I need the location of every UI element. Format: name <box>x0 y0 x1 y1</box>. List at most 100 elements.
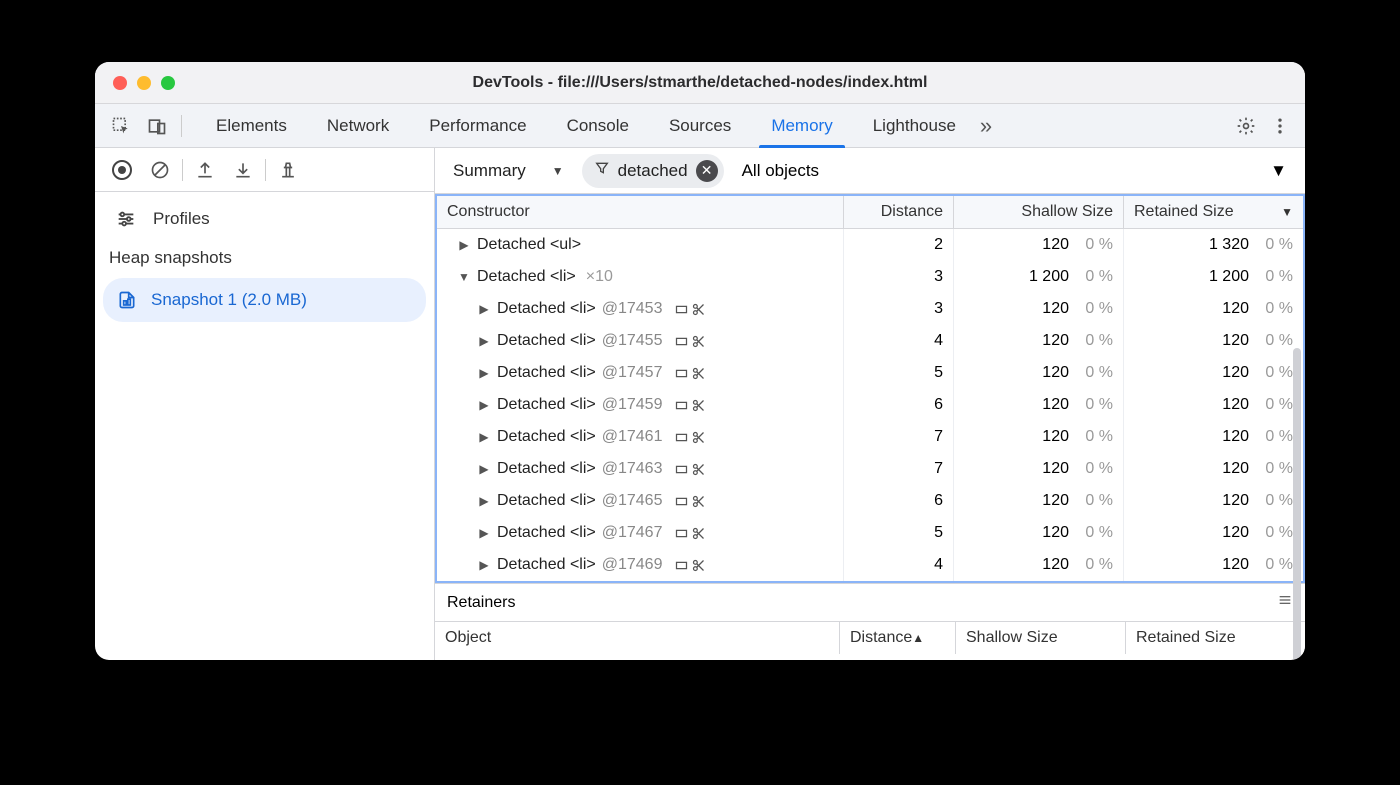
th-shallow-size[interactable]: Shallow Size <box>953 196 1123 228</box>
disclose-icon[interactable]: ▶ <box>477 526 491 540</box>
table-row[interactable]: ▶ Detached <li> @17465 6 1200 % 1200 % <box>437 485 1303 517</box>
disclose-icon[interactable]: ▼ <box>457 270 471 284</box>
clear-filter-icon[interactable]: ✕ <box>696 160 718 182</box>
retained-pct: 0 % <box>1257 364 1293 382</box>
retained-pct: 0 % <box>1257 556 1293 574</box>
disclose-icon[interactable]: ▶ <box>477 462 491 476</box>
tab-memory[interactable]: Memory <box>751 104 852 147</box>
download-icon[interactable] <box>224 151 262 189</box>
shallow-pct: 0 % <box>1077 300 1113 318</box>
constructor-label: Detached <li> <box>497 492 596 510</box>
retained-value: 120 <box>1222 428 1249 446</box>
tab-lighthouse[interactable]: Lighthouse <box>853 104 976 147</box>
tab-elements[interactable]: Elements <box>196 104 307 147</box>
constructor-label: Detached <li> <box>497 556 596 574</box>
retained-value: 1 200 <box>1209 268 1249 286</box>
table-row[interactable]: ▶ Detached <li> @17453 3 1200 % 1200 % <box>437 293 1303 325</box>
view-mode-label: Summary <box>453 161 526 181</box>
disclose-icon[interactable]: ▶ <box>477 334 491 348</box>
disclose-icon[interactable]: ▶ <box>477 398 491 412</box>
view-mode-dropdown[interactable]: Summary ▼ <box>445 157 572 185</box>
th-object[interactable]: Object <box>435 622 839 654</box>
disclose-icon[interactable]: ▶ <box>477 366 491 380</box>
constructor-label: Detached <li> <box>477 268 576 286</box>
main-panel: Summary ▼ detached ✕ All objects ▼ C <box>435 148 1305 660</box>
th-distance[interactable]: Distance <box>843 196 953 228</box>
close-window-button[interactable] <box>113 76 127 90</box>
table-row[interactable]: ▶ Detached <li> @17461 7 1200 % 1200 % <box>437 421 1303 453</box>
minimize-window-button[interactable] <box>137 76 151 90</box>
tab-performance[interactable]: Performance <box>409 104 546 147</box>
tab-sources[interactable]: Sources <box>649 104 751 147</box>
disclose-icon[interactable]: ▶ <box>477 494 491 508</box>
snapshot-item[interactable]: Snapshot 1 (2.0 MB) <box>103 278 426 322</box>
shallow-pct: 0 % <box>1077 396 1113 414</box>
shallow-value: 120 <box>1042 460 1069 478</box>
table-row[interactable]: ▶ Detached <li> @17469 4 1200 % 1200 % <box>437 549 1303 581</box>
filter-pill[interactable]: detached ✕ <box>582 154 724 188</box>
upload-icon[interactable] <box>186 151 224 189</box>
distance-value: 3 <box>934 300 943 318</box>
th-ret-shallow[interactable]: Shallow Size <box>955 622 1125 654</box>
retainers-panel: Retainers Object Distance▲ Shallow Size … <box>435 583 1305 654</box>
shallow-value: 120 <box>1042 396 1069 414</box>
th-constructor[interactable]: Constructor <box>437 196 843 228</box>
table-row[interactable]: ▼ Detached <li>×10 3 1 2000 % 1 2000 % <box>437 261 1303 293</box>
table-row[interactable]: ▶ Detached <li> @17455 4 1200 % 1200 % <box>437 325 1303 357</box>
window-controls <box>95 76 175 90</box>
shallow-value: 120 <box>1042 236 1069 254</box>
garbage-collect-icon[interactable] <box>269 151 307 189</box>
table-row[interactable]: ▶ Detached <li> @17463 7 1200 % 1200 % <box>437 453 1303 485</box>
table-header: Constructor Distance Shallow Size Retain… <box>437 196 1303 229</box>
table-row[interactable]: ▶ Detached <li> @17467 5 1200 % 1200 % <box>437 517 1303 549</box>
maximize-window-button[interactable] <box>161 76 175 90</box>
more-tabs-icon[interactable]: » <box>976 113 996 139</box>
retained-value: 1 320 <box>1209 236 1249 254</box>
distance-value: 4 <box>934 332 943 350</box>
disclose-icon[interactable]: ▶ <box>477 558 491 572</box>
profiles-header[interactable]: Profiles <box>95 192 434 244</box>
table-row[interactable]: ▶ Detached <li> @17459 6 1200 % 1200 % <box>437 389 1303 421</box>
kebab-menu-icon[interactable] <box>1263 108 1297 144</box>
th-ret-distance[interactable]: Distance▲ <box>839 622 955 654</box>
distance-value: 7 <box>934 428 943 446</box>
tab-console[interactable]: Console <box>547 104 649 147</box>
retainers-title: Retainers <box>447 594 515 612</box>
sidebar-toolbar <box>95 148 434 192</box>
scope-dropdown[interactable]: All objects ▼ <box>734 161 1295 181</box>
row-icons <box>674 398 706 413</box>
scrollbar[interactable] <box>1293 348 1301 660</box>
shallow-pct: 0 % <box>1077 268 1113 286</box>
constructor-label: Detached <li> <box>497 332 596 350</box>
settings-icon[interactable] <box>1229 108 1263 144</box>
inspect-element-icon[interactable] <box>103 108 139 144</box>
distance-value: 2 <box>934 236 943 254</box>
memory-toolbar: Summary ▼ detached ✕ All objects ▼ <box>435 148 1305 194</box>
constructor-label: Detached <li> <box>497 524 596 542</box>
retainers-menu-icon[interactable] <box>1277 592 1293 613</box>
retained-value: 120 <box>1222 556 1249 574</box>
shallow-value: 120 <box>1042 556 1069 574</box>
table-row[interactable]: ▶ Detached <li> @17457 5 1200 % 1200 % <box>437 357 1303 389</box>
clear-icon[interactable] <box>141 151 179 189</box>
shallow-pct: 0 % <box>1077 364 1113 382</box>
record-icon[interactable] <box>103 151 141 189</box>
constructor-label: Detached <li> <box>497 300 596 318</box>
filter-icon <box>594 160 610 181</box>
retained-pct: 0 % <box>1257 524 1293 542</box>
disclose-icon[interactable]: ▶ <box>477 302 491 316</box>
th-ret-retained[interactable]: Retained Size <box>1125 622 1305 654</box>
shallow-pct: 0 % <box>1077 332 1113 350</box>
shallow-pct: 0 % <box>1077 492 1113 510</box>
tab-network[interactable]: Network <box>307 104 409 147</box>
disclose-icon[interactable]: ▶ <box>477 430 491 444</box>
retained-value: 120 <box>1222 364 1249 382</box>
th-retained-size[interactable]: Retained Size ▼ <box>1123 196 1303 228</box>
separator <box>181 115 182 137</box>
table-row[interactable]: ▶ Detached <ul> 2 1200 % 1 3200 % <box>437 229 1303 261</box>
chevron-down-icon: ▼ <box>1270 161 1287 181</box>
distance-value: 6 <box>934 492 943 510</box>
distance-value: 6 <box>934 396 943 414</box>
device-toolbar-icon[interactable] <box>139 108 175 144</box>
disclose-icon[interactable]: ▶ <box>457 238 471 252</box>
